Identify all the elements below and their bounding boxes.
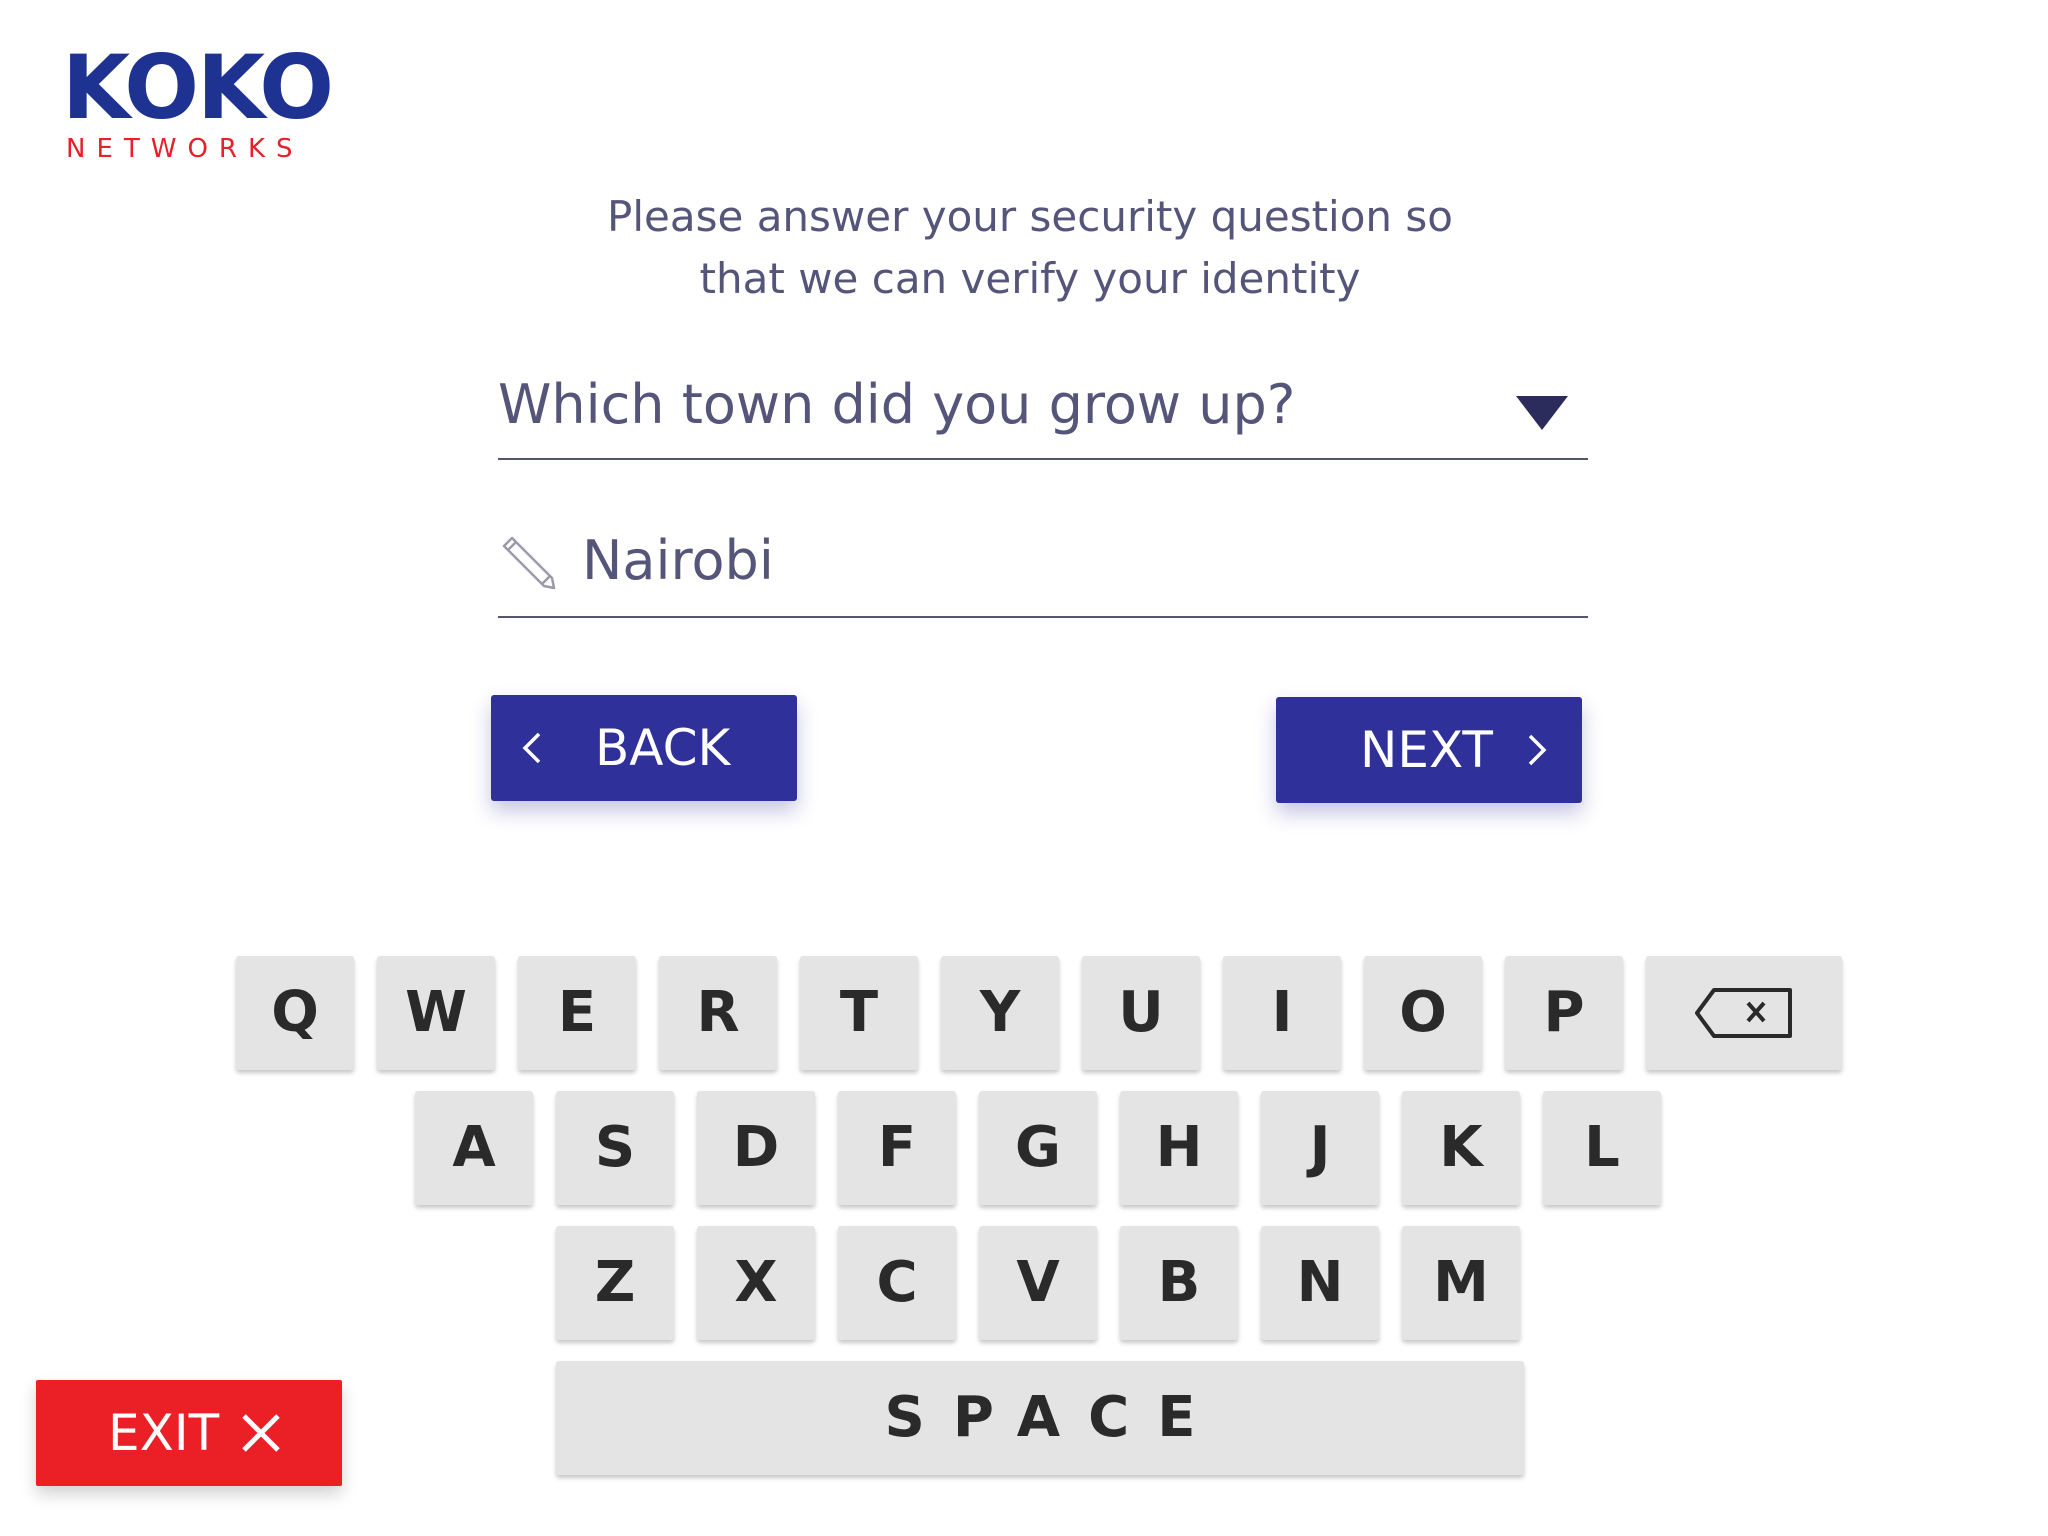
key-d[interactable]: D	[697, 1091, 815, 1205]
logo-tagline: NETWORKS	[66, 134, 304, 164]
logo-wordmark: KOKO	[62, 36, 334, 139]
security-question-value: Which town did you grow up?	[498, 373, 1296, 436]
key-r[interactable]: R	[659, 956, 777, 1070]
koko-logo: KOKO NETWORKS	[62, 36, 334, 165]
key-c[interactable]: C	[838, 1226, 956, 1340]
key-m[interactable]: M	[1402, 1226, 1520, 1340]
key-q[interactable]: Q	[236, 956, 354, 1070]
instruction-line-1: Please answer your security question so	[607, 192, 1453, 241]
key-z[interactable]: Z	[556, 1226, 674, 1340]
key-y[interactable]: Y	[941, 956, 1059, 1070]
back-button[interactable]: BACK	[491, 695, 797, 801]
backspace-key[interactable]	[1646, 956, 1842, 1070]
next-button[interactable]: NEXT	[1276, 697, 1582, 803]
key-s[interactable]: S	[556, 1091, 674, 1205]
key-t[interactable]: T	[800, 956, 918, 1070]
close-icon	[242, 1414, 280, 1452]
key-h[interactable]: H	[1120, 1091, 1238, 1205]
key-w[interactable]: W	[377, 956, 495, 1070]
key-k[interactable]: K	[1402, 1091, 1520, 1205]
answer-input[interactable]: Nairobi	[498, 520, 1588, 618]
key-e[interactable]: E	[518, 956, 636, 1070]
space-key[interactable]: SPACE	[556, 1361, 1524, 1475]
key-f[interactable]: F	[838, 1091, 956, 1205]
backspace-icon	[1695, 988, 1792, 1038]
exit-button-label: EXIT	[108, 1404, 220, 1462]
key-v[interactable]: V	[979, 1226, 1097, 1340]
key-g[interactable]: G	[979, 1091, 1097, 1205]
exit-button[interactable]: EXIT	[36, 1380, 342, 1486]
key-n[interactable]: N	[1261, 1226, 1379, 1340]
key-o[interactable]: O	[1364, 956, 1482, 1070]
instruction-line-2: that we can verify your identity	[699, 254, 1361, 303]
key-p[interactable]: P	[1505, 956, 1623, 1070]
key-x[interactable]: X	[697, 1226, 815, 1340]
chevron-left-icon	[522, 732, 541, 764]
key-i[interactable]: I	[1223, 956, 1341, 1070]
answer-value: Nairobi	[582, 529, 774, 592]
key-u[interactable]: U	[1082, 956, 1200, 1070]
key-a[interactable]: A	[415, 1091, 533, 1205]
chevron-down-icon[interactable]	[1516, 396, 1568, 432]
next-button-label: NEXT	[1360, 721, 1493, 779]
security-question-select[interactable]: Which town did you grow up?	[498, 360, 1588, 460]
back-button-label: BACK	[595, 719, 731, 777]
key-j[interactable]: J	[1261, 1091, 1379, 1205]
key-b[interactable]: B	[1120, 1226, 1238, 1340]
pencil-icon	[502, 536, 556, 590]
instruction-text: Please answer your security question so …	[540, 186, 1520, 310]
chevron-right-icon	[1528, 734, 1547, 766]
key-l[interactable]: L	[1543, 1091, 1661, 1205]
